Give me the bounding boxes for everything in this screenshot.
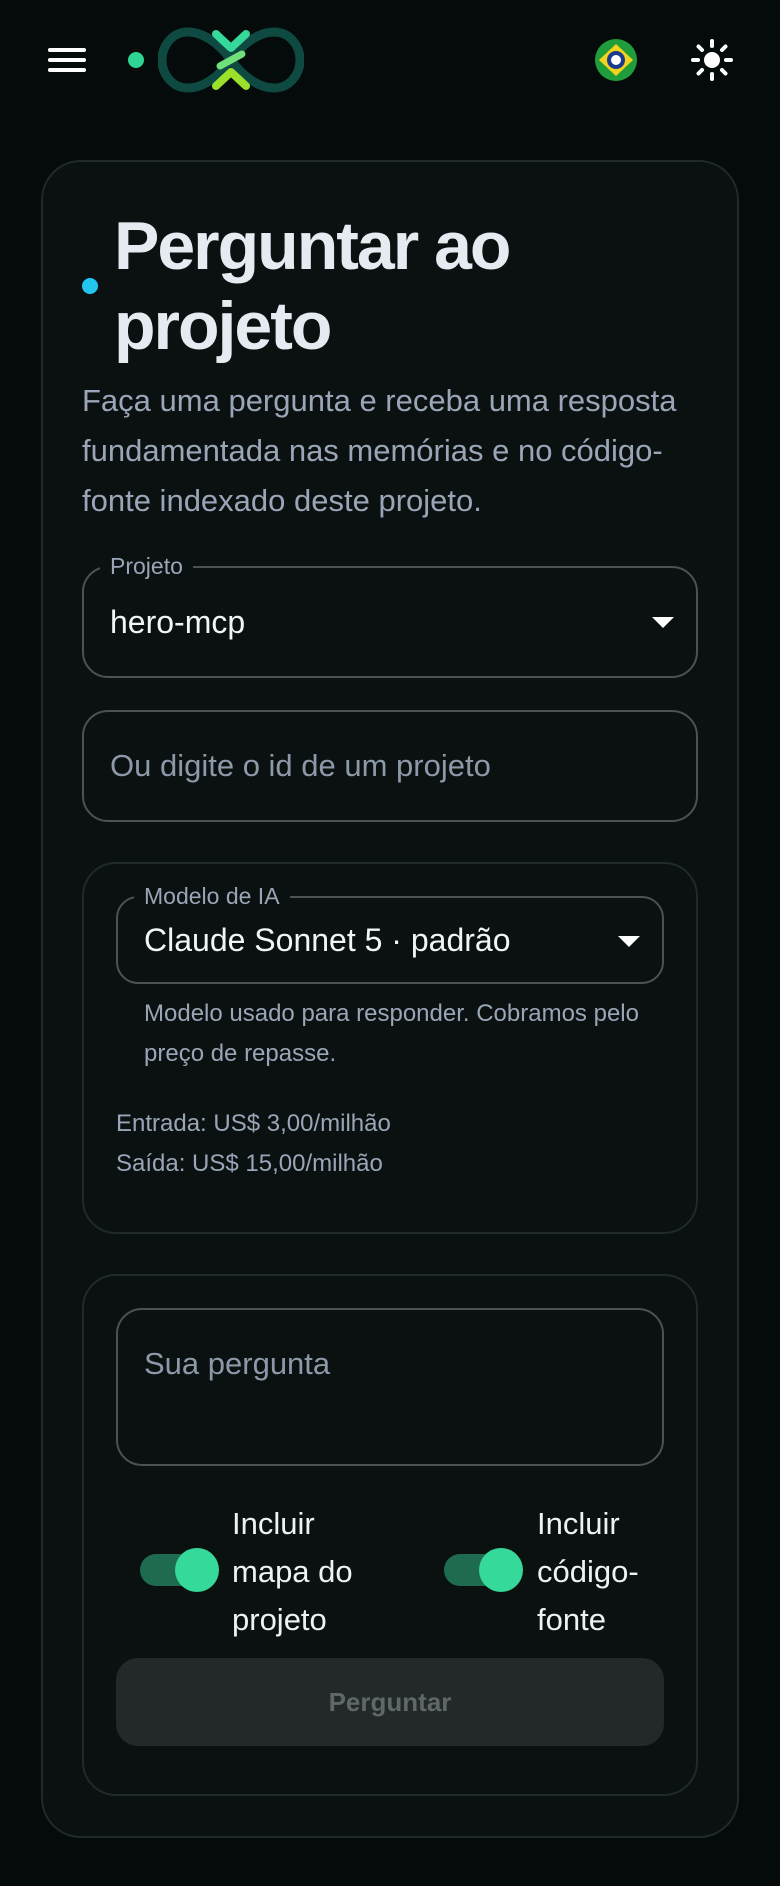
toggle-include-map-label: Incluir mapa do projeto [232, 1506, 353, 1637]
toggle-knob [175, 1548, 219, 1592]
infinity-logo-icon[interactable] [158, 22, 304, 98]
sun-icon[interactable] [690, 38, 734, 82]
toggle-include-code-label: Incluir código-fonte [537, 1506, 639, 1637]
price-output: Saída: US$ 15,00/milhão [116, 1150, 383, 1177]
model-select-value: Claude Sonnet 5 · padrão [144, 922, 511, 958]
page-title: Perguntar ao projeto [114, 208, 511, 364]
question-placeholder: Sua pergunta [144, 1346, 331, 1381]
toggle-knob [479, 1548, 523, 1592]
model-select[interactable]: Modelo de IA Claude Sonnet 5 · padrão [116, 880, 664, 984]
project-id-input[interactable]: Ou digite o id de um projeto [82, 710, 698, 822]
chevron-down-icon [618, 936, 640, 947]
question-textarea[interactable]: Sua pergunta [116, 1308, 664, 1466]
hamburger-menu-icon[interactable] [48, 46, 86, 74]
status-indicator-dot [128, 52, 144, 68]
toggle-include-map[interactable] [140, 1548, 219, 1592]
toggle-include-code[interactable] [444, 1548, 523, 1592]
project-select[interactable]: Projeto hero-mcp [82, 550, 698, 678]
project-id-placeholder: Ou digite o id de um projeto [110, 748, 491, 783]
price-input: Entrada: US$ 3,00/milhão [116, 1110, 391, 1137]
chevron-down-icon [652, 617, 674, 628]
project-select-label: Projeto [100, 550, 193, 582]
model-select-label: Modelo de IA [134, 880, 290, 912]
top-bar [0, 0, 780, 120]
brazil-flag-icon[interactable] [594, 38, 638, 82]
model-helper-text: Modelo usado para responder. Cobramos pe… [144, 1000, 639, 1067]
page-subtitle: Faça uma pergunta e receba uma resposta … [82, 383, 677, 518]
ask-submit-button[interactable]: Perguntar [116, 1658, 664, 1746]
title-accent-dot [82, 278, 98, 294]
project-select-value: hero-mcp [110, 604, 246, 640]
